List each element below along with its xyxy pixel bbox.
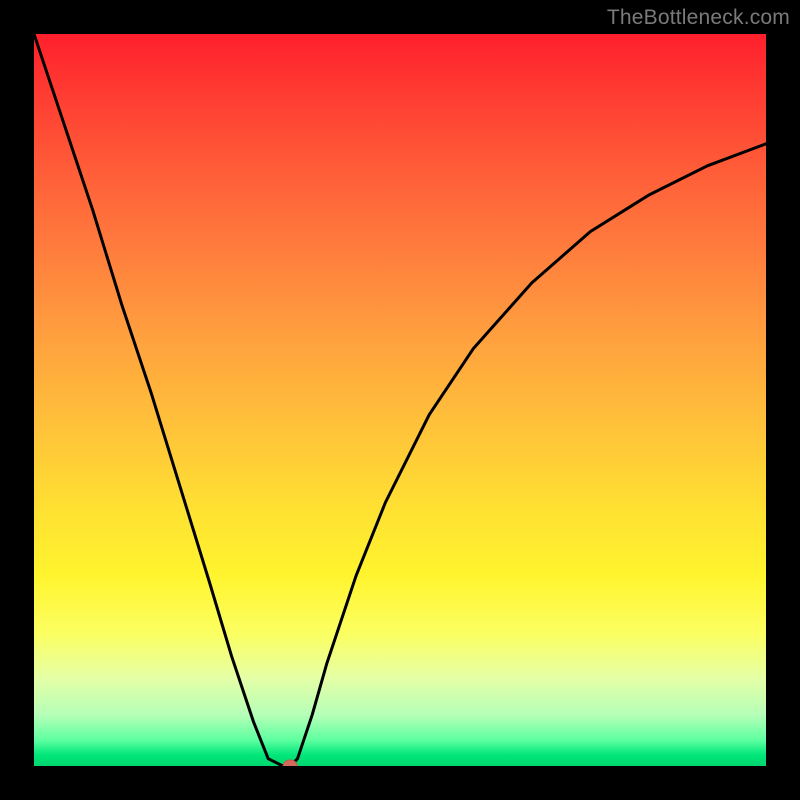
chart-frame: TheBottleneck.com (0, 0, 800, 800)
chart-svg (34, 34, 766, 766)
watermark-text: TheBottleneck.com (607, 6, 790, 30)
bottleneck-curve (34, 34, 766, 766)
plot-area (34, 34, 766, 766)
